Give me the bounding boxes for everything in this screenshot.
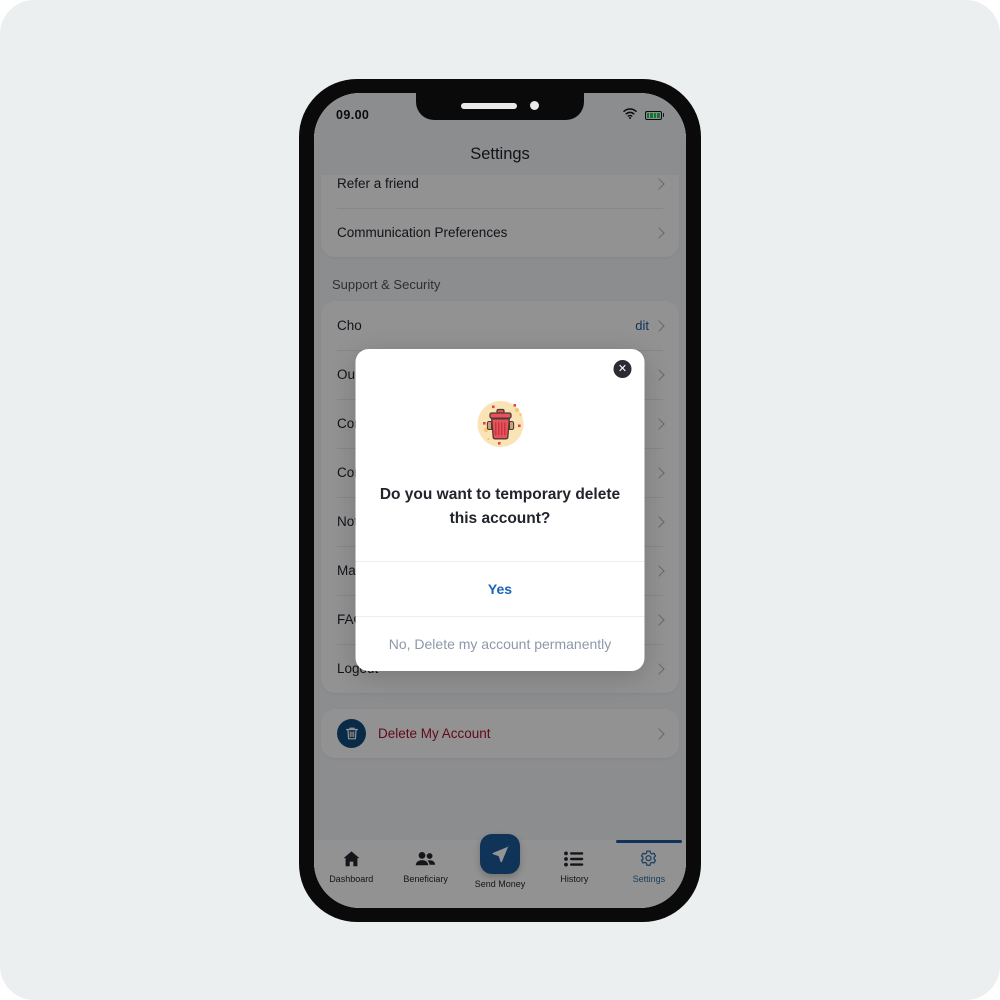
nav-item-beneficiary[interactable]: Beneficiary bbox=[388, 849, 462, 884]
delete-my-account-row[interactable]: Delete My Account bbox=[321, 709, 679, 758]
status-indicators bbox=[622, 106, 664, 124]
delete-permanently-button[interactable]: No, Delete my account permanently bbox=[355, 616, 645, 671]
bottom-navigation: Dashboard Beneficiary Send Money History… bbox=[314, 834, 686, 908]
section-title: Support & Security bbox=[332, 277, 441, 292]
list-item[interactable]: Communication Preferences bbox=[321, 208, 679, 257]
chevron-right-icon bbox=[653, 226, 665, 239]
nav-label: Send Money bbox=[474, 879, 526, 889]
confirm-yes-button[interactable]: Yes bbox=[355, 561, 645, 616]
list-item-label: Communication Preferences bbox=[337, 225, 508, 240]
home-icon bbox=[342, 849, 361, 869]
wifi-icon bbox=[622, 106, 637, 124]
chevron-right-icon bbox=[653, 662, 665, 675]
screen-header: Settings bbox=[314, 133, 686, 175]
page-canvas: 09.00 Settings Refer a friend Communicat… bbox=[0, 0, 1000, 1000]
delete-account-label: Delete My Account bbox=[378, 726, 491, 741]
list-item[interactable]: Cho dit bbox=[321, 301, 679, 350]
page-title: Settings bbox=[470, 144, 530, 163]
chevron-right-icon bbox=[653, 564, 665, 577]
delete-account-modal: ✕ Do you want to temporary delete this a… bbox=[355, 349, 645, 672]
battery-icon bbox=[644, 110, 664, 120]
chevron-right-icon bbox=[653, 417, 665, 430]
paper-plane-icon[interactable] bbox=[480, 834, 521, 874]
nav-label: Settings bbox=[632, 874, 666, 884]
list-item-label: Cho bbox=[337, 318, 362, 333]
list-icon bbox=[564, 849, 584, 869]
preferences-card: Refer a friend Communication Preferences bbox=[321, 175, 679, 257]
nav-item-send-money[interactable]: Send Money bbox=[463, 834, 537, 889]
chevron-right-icon bbox=[653, 177, 665, 190]
gear-icon bbox=[639, 849, 658, 869]
front-camera bbox=[530, 101, 539, 110]
status-clock: 09.00 bbox=[336, 108, 370, 122]
trash-icon bbox=[337, 719, 366, 748]
speaker-grille bbox=[461, 102, 517, 109]
nav-item-dashboard[interactable]: Dashboard bbox=[314, 849, 388, 884]
nav-item-settings[interactable]: Settings bbox=[612, 840, 686, 884]
phone-frame: 09.00 Settings Refer a friend Communicat… bbox=[299, 79, 701, 922]
chevron-right-icon bbox=[653, 727, 665, 740]
chevron-right-icon bbox=[653, 368, 665, 381]
close-icon[interactable]: ✕ bbox=[613, 360, 632, 378]
chevron-right-icon bbox=[653, 319, 665, 332]
phone-screen: 09.00 Settings Refer a friend Communicat… bbox=[314, 93, 686, 908]
phone-notch bbox=[416, 93, 584, 120]
nav-label: History bbox=[560, 874, 589, 884]
nav-label: Dashboard bbox=[329, 874, 374, 884]
nav-label: Beneficiary bbox=[403, 874, 448, 884]
list-item-label: Refer a friend bbox=[337, 176, 419, 191]
chevron-right-icon bbox=[653, 515, 665, 528]
trash-can-illustration bbox=[378, 393, 623, 455]
chevron-right-icon bbox=[653, 613, 665, 626]
list-item[interactable]: Refer a friend bbox=[321, 175, 679, 208]
chevron-right-icon bbox=[653, 466, 665, 479]
people-icon bbox=[415, 849, 436, 869]
modal-message: Do you want to temporary delete this acc… bbox=[379, 486, 621, 528]
delete-account-card: Delete My Account bbox=[321, 709, 679, 758]
modal-body: Do you want to temporary delete this acc… bbox=[356, 349, 645, 561]
nav-item-history[interactable]: History bbox=[537, 849, 611, 884]
list-item-edit-link[interactable]: dit bbox=[635, 318, 649, 333]
